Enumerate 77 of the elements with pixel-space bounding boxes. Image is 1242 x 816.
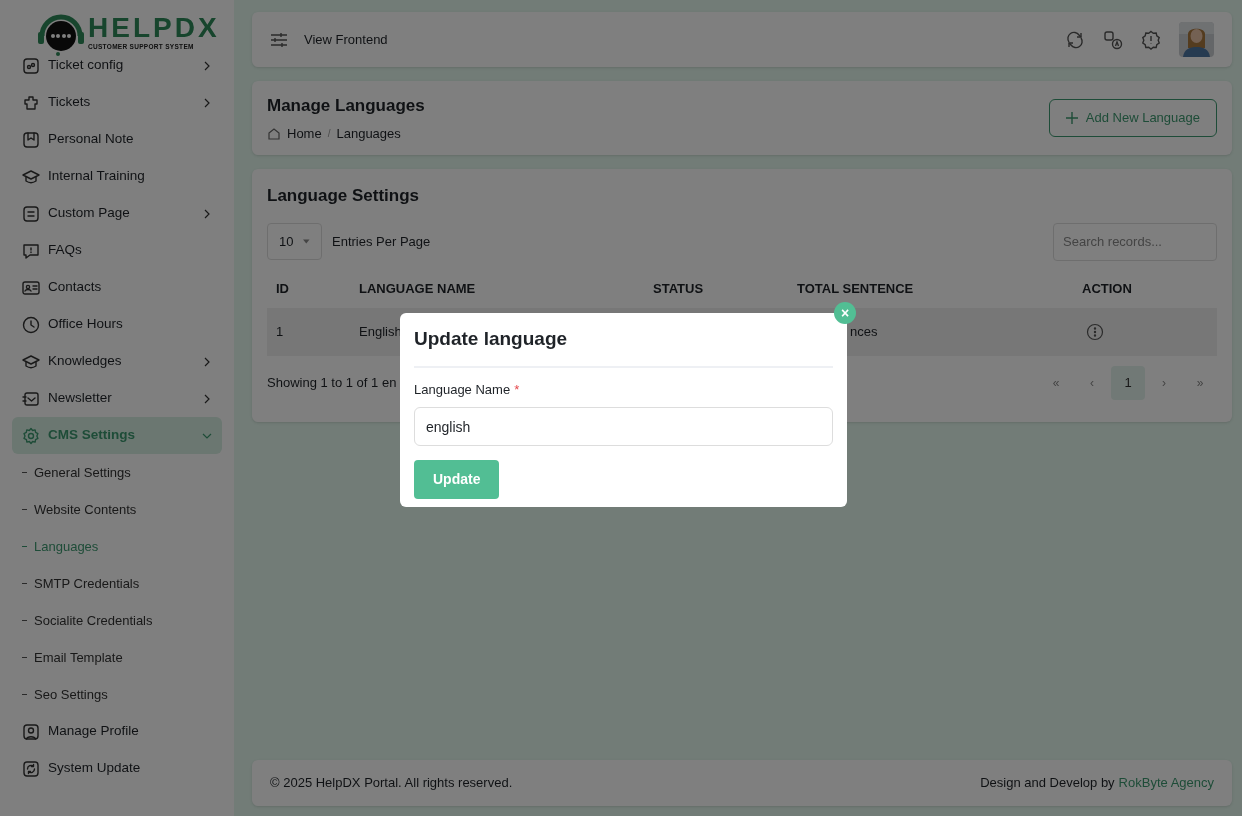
logo-name: HELPDX (88, 14, 220, 42)
agency-link[interactable]: RokByte Agency (1118, 773, 1214, 793)
table-cell-text: 1 (275, 322, 284, 341)
sidebar-item[interactable]: FAQs (12, 232, 222, 269)
page-title: Manage Languages (267, 94, 425, 117)
plus-icon (1065, 112, 1078, 124)
dash-icon (22, 620, 27, 621)
note-icon (22, 130, 40, 149)
column-header: ID (275, 281, 289, 297)
translate-icon[interactable] (1103, 29, 1123, 50)
credit-text: Design and Develop by (980, 774, 1115, 793)
submenu-item[interactable]: General Settings (34, 462, 131, 483)
entries-label: Entries Per Page (332, 232, 431, 251)
copyright-text: © 2025 HelpDX Portal. All rights reserved. (270, 774, 513, 793)
clock-icon (22, 315, 40, 334)
alert-badge-icon[interactable] (1141, 29, 1161, 50)
page-size-select[interactable]: 10 (267, 223, 322, 260)
more-options-icon[interactable] (1086, 322, 1104, 341)
table-cell-text: English (358, 322, 402, 341)
dash-icon (22, 694, 27, 695)
breadcrumb-link[interactable]: Home (287, 124, 322, 144)
sidebar-item[interactable]: Personal Note (12, 121, 222, 158)
dialog-title: Update language (414, 325, 833, 368)
home-icon (267, 126, 281, 141)
page-button[interactable]: « (1039, 365, 1073, 400)
dash-icon (22, 472, 27, 473)
submenu-item[interactable]: Socialite Credentials (34, 610, 153, 631)
caret-down-icon (303, 239, 310, 244)
dash-icon (22, 657, 27, 658)
dash-icon (22, 546, 27, 547)
sliders-icon (270, 31, 288, 48)
headset-logo-icon (36, 14, 86, 56)
column-header: ACTION (1081, 281, 1132, 297)
submenu-item[interactable]: Seo Settings (34, 684, 108, 705)
field-label: Language Name (414, 380, 511, 399)
column-header: LANGUAGE NAME (358, 281, 476, 297)
page-button[interactable]: › (1147, 365, 1181, 400)
sidebar-item[interactable]: Newsletter (12, 380, 222, 417)
search-field[interactable]: Search records... (1053, 222, 1217, 261)
submenu-item[interactable]: Website Contents (34, 499, 137, 520)
page-icon (22, 204, 40, 223)
page-button[interactable]: 1 (1111, 365, 1145, 400)
update-button[interactable]: Update (414, 460, 500, 499)
sidebar-item[interactable]: Custom Page (12, 195, 222, 232)
page-button[interactable]: ‹ (1075, 365, 1109, 400)
view-frontend-link[interactable]: View Frontend (304, 29, 388, 50)
sidebar-item[interactable]: Internal Training (12, 158, 222, 195)
language-name-field[interactable]: english (414, 407, 833, 446)
sidebar-item[interactable]: Manage Profile (12, 713, 222, 750)
required-mark: * (514, 380, 520, 399)
submenu-item[interactable]: Email Template (34, 647, 123, 668)
sync-icon[interactable] (1065, 29, 1085, 50)
settings-icon (22, 426, 40, 445)
page-button[interactable]: » (1183, 365, 1217, 400)
contact-card-icon (22, 278, 40, 297)
table-cell-text: nces (849, 322, 878, 341)
card-title: Language Settings (267, 185, 421, 207)
submenu-item[interactable]: SMTP Credentials (34, 573, 140, 594)
sidebar-item[interactable]: System Update (12, 750, 222, 787)
table-summary: Showing 1 to 1 of 1 en (267, 373, 397, 392)
dash-icon (22, 583, 27, 584)
graduation-cap-icon (22, 352, 40, 371)
sidebar-item[interactable]: Knowledges (12, 343, 222, 380)
user-icon (22, 722, 40, 741)
graduation-cap-icon (22, 167, 40, 186)
mail-icon (22, 389, 40, 408)
column-header: STATUS (652, 281, 704, 297)
breadcrumb-separator: / (327, 127, 331, 142)
sidebar-item[interactable]: Office Hours (12, 306, 222, 343)
column-header: TOTAL SENTENCE (796, 281, 914, 297)
breadcrumb-current: Languages (336, 125, 401, 143)
submenu-item[interactable]: Languages (34, 536, 99, 557)
refresh-icon (22, 759, 40, 778)
sidebar-item[interactable]: Tickets (12, 84, 222, 121)
add-language-button[interactable]: Add New Language (1048, 99, 1217, 137)
sidebar-item[interactable]: Contacts (12, 269, 222, 306)
dash-icon (22, 509, 27, 510)
